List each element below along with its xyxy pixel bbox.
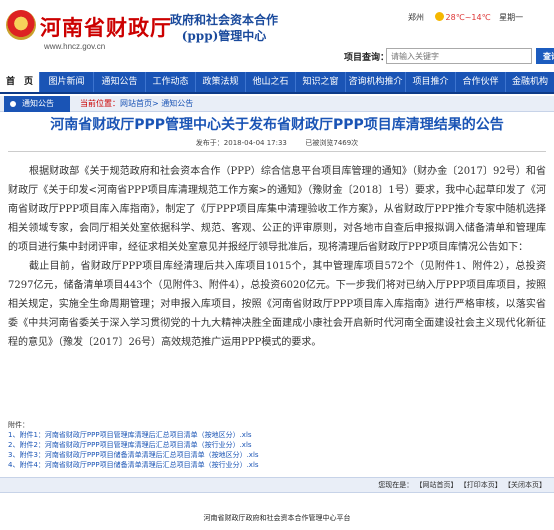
attachment-link-2[interactable]: 2、附件2：河南省财政厅PPP项目管理库清理后汇总项目清单（按行业分）.xls (8, 440, 259, 450)
search-button[interactable]: 查询 (536, 48, 554, 64)
attachments-label: 附件： (8, 421, 29, 429)
weekday: 星期一 (499, 13, 524, 22)
article-title: 河南省财政厅PPP管理中心关于发布省财政厅PPP项目库清理结果的公告 (50, 117, 504, 133)
divider (8, 151, 546, 152)
site-footer: 河南省财政厅政府和社会资本合作管理中心平台 (203, 514, 351, 522)
home-link[interactable]: 【网站首页】 (416, 481, 458, 489)
article-paragraph-2: 截止目前，省财政厅PPP项目库经清理后共入库项目1015个，其中管理库项目572… (8, 261, 546, 348)
search-label: 项目查询： (344, 53, 390, 63)
article-body: 根据财政部《关于规范政府和社会资本合作（PPP）综合信息平台项目库管理的通知》（… (8, 162, 546, 352)
nav-home[interactable]: 首 页 (0, 72, 40, 92)
site-url: www.hncz.gov.cn (44, 42, 106, 51)
print-link[interactable]: 【打印本页】 (460, 481, 502, 489)
nav-other-cases[interactable]: 他山之石 (246, 72, 296, 92)
weather-widget: 郑州 28℃~14℃ 星期一 (408, 12, 523, 23)
article-meta: 发布于：2018-04-04 17:33 已被浏览7469次 (0, 138, 554, 148)
nav-finance[interactable]: 金融机构 (506, 72, 554, 92)
breadcrumb: 当前位置：网站首页> 通知公告 (80, 96, 193, 112)
site-logo-title[interactable]: 河南省财政厅 (40, 12, 172, 42)
nav-work-updates[interactable]: 工作动态 (146, 72, 196, 92)
attachments: 附件： 1、附件1：河南省财政厅PPP项目管理库清理后汇总项目清单（按地区分）.… (8, 420, 259, 470)
breadcrumb-path[interactable]: 网站首页> 通知公告 (120, 99, 193, 108)
attachment-link-3[interactable]: 3、附件3：河南省财政厅PPP项目储备清单清理后汇总项目清单（按地区分）.xls (8, 450, 259, 460)
subtitle-line-1: 政府和社会资本合作 (170, 13, 279, 27)
publish-time: 发布于：2018-04-04 17:33 (195, 139, 287, 147)
page-tools: 您现在是： 【网站首页】 【打印本页】 【关闭本页】 (378, 478, 546, 492)
breadcrumb-label: 当前位置： (80, 99, 120, 108)
weather-city: 郑州 (408, 13, 424, 22)
nav-knowledge[interactable]: 知识之窗 (296, 72, 346, 92)
subtitle-line-2: (ppp)管理中心 (181, 29, 267, 43)
nav-policies[interactable]: 政策法规 (196, 72, 246, 92)
nav-consulting[interactable]: 咨询机构推介 (346, 72, 406, 92)
nav-photo-news[interactable]: 图片新闻 (40, 72, 94, 92)
view-count: 已被浏览7469次 (305, 139, 359, 147)
page-tools-bar: 您现在是： 【网站首页】 【打印本页】 【关闭本页】 (0, 477, 554, 493)
tools-prefix: 您现在是： (378, 481, 414, 489)
sun-icon (434, 12, 444, 21)
site-header: 河南省财政厅 www.hncz.gov.cn 政府和社会资本合作 (ppp)管理… (0, 0, 554, 72)
close-link[interactable]: 【关闭本页】 (504, 481, 546, 489)
article-paragraph-1: 根据财政部《关于规范政府和社会资本合作（PPP）综合信息平台项目库管理的通知》（… (8, 166, 546, 253)
nav-projects[interactable]: 项目推介 (406, 72, 456, 92)
national-emblem-icon (6, 10, 36, 40)
site-subtitle: 政府和社会资本合作 (ppp)管理中心 (170, 12, 278, 44)
section-tab-label: 通知公告 (22, 99, 54, 108)
section-tab[interactable]: 通知公告 (4, 96, 70, 112)
bullet-icon (10, 101, 16, 107)
main-nav: 首 页 图片新闻 通知公告 工作动态 政策法规 他山之石 知识之窗 咨询机构推介… (0, 72, 554, 94)
breadcrumb-bar: 通知公告 当前位置：网站首页> 通知公告 (0, 96, 554, 112)
search-input[interactable] (386, 48, 532, 64)
nav-partners[interactable]: 合作伙伴 (456, 72, 506, 92)
nav-notices[interactable]: 通知公告 (94, 72, 146, 92)
attachment-link-4[interactable]: 4、附件4：河南省财政厅PPP项目储备清单清理后汇总项目清单（按行业分）.xls (8, 460, 259, 470)
weather-temp: 28℃~14℃ (445, 13, 491, 22)
attachment-link-1[interactable]: 1、附件1：河南省财政厅PPP项目管理库清理后汇总项目清单（按地区分）.xls (8, 430, 259, 440)
